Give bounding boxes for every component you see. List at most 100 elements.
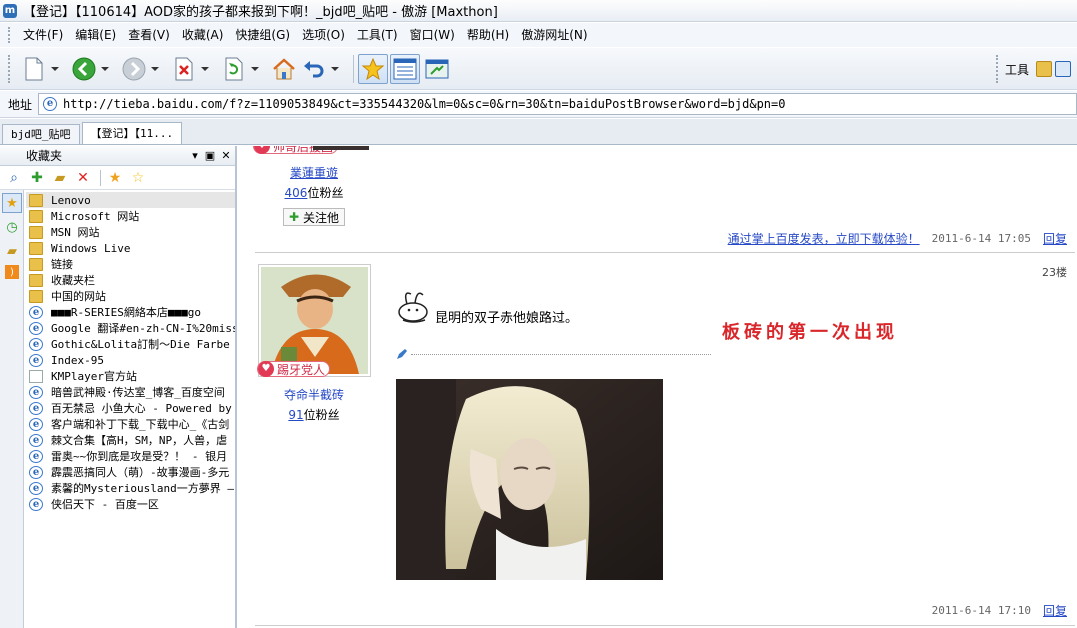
search-favorites-icon[interactable]: ⌕: [4, 168, 24, 188]
mobile-promo-link[interactable]: 通过掌上百度发表，立即下载体验！: [728, 230, 920, 247]
post-photo[interactable]: [396, 379, 663, 580]
back-button[interactable]: [69, 54, 99, 84]
user-badge[interactable]: ♥ 踢牙党人: [257, 361, 331, 377]
favorite-item[interactable]: Windows Live: [26, 240, 235, 256]
favorite-label: Microsoft 网站: [51, 210, 140, 223]
favorite-item[interactable]: e ■■■R-SERIES網絡本店■■■go: [26, 304, 235, 320]
folder-icon: [29, 241, 43, 255]
undo-dropdown[interactable]: [329, 54, 341, 84]
refresh-dropdown[interactable]: [249, 54, 261, 84]
menu-window[interactable]: 窗口(W): [404, 24, 461, 46]
reply-link[interactable]: 回复: [1043, 602, 1067, 619]
favorites-sidebar-button[interactable]: [358, 53, 388, 84]
new-folder-icon[interactable]: ▰: [50, 168, 70, 188]
follow-button[interactable]: ✚ 关注他: [282, 208, 346, 226]
undo-icon: [304, 60, 324, 77]
favorite-label: 客户端和补丁下载_下载中心_《古剑: [51, 418, 230, 431]
favorite-item[interactable]: e 霹震恶搞同人（萌）-故事漫画-多元: [26, 464, 235, 480]
page-icon: [29, 369, 43, 383]
notes-tool-icon[interactable]: [1055, 61, 1071, 77]
favorite-item[interactable]: e 棘文合集【高H，SM，NP，人兽，虐: [26, 432, 235, 448]
back-dropdown[interactable]: [99, 54, 111, 84]
author-name[interactable]: 業蓮重遊: [257, 164, 371, 181]
post-footer: 2011-6-14 17:10 回复: [932, 602, 1067, 619]
delete-favorite-icon[interactable]: ✕: [73, 168, 93, 188]
organize-favorites-icon[interactable]: ★: [105, 168, 125, 188]
favorite-item[interactable]: 收藏夹栏: [26, 272, 235, 288]
toolbar-separator: [353, 54, 354, 83]
add-favorite-icon[interactable]: ✚: [27, 168, 47, 188]
menu-groups[interactable]: 快捷组(G): [229, 24, 296, 46]
tab-bar: bjd吧_贴吧 【登记】【11...: [0, 119, 1077, 145]
sidebar-float-icon[interactable]: ▣: [203, 149, 217, 163]
refresh-button[interactable]: [219, 54, 249, 84]
sidebar-menu-dropdown-icon[interactable]: ▾: [188, 149, 202, 163]
tools-grip[interactable]: [995, 55, 999, 83]
stop-button[interactable]: [169, 54, 199, 84]
folder-tool-icon[interactable]: [1036, 61, 1052, 77]
favorite-item[interactable]: e 暗兽武神殿·传达室_博客_百度空间: [26, 384, 235, 400]
toolbar-grip[interactable]: [8, 54, 11, 83]
favorite-item[interactable]: e Gothic&Lolita訂制～Die Farbe El: [26, 336, 235, 352]
home-button[interactable]: [269, 54, 299, 84]
menu-help[interactable]: 帮助(H): [461, 24, 515, 46]
menu-tools[interactable]: 工具(T): [351, 24, 404, 46]
undo-close-button[interactable]: [299, 54, 329, 84]
favorite-item[interactable]: e 侠侣天下 - 百度一区: [26, 496, 235, 512]
reply-link[interactable]: 回复: [1043, 230, 1067, 247]
menu-file[interactable]: 文件(F): [17, 24, 69, 46]
favorite-item[interactable]: MSN 网站: [26, 224, 235, 240]
stop-dropdown[interactable]: [199, 54, 211, 84]
history-tab-icon[interactable]: ◷: [2, 217, 22, 237]
menu-view[interactable]: 查看(V): [122, 24, 176, 46]
forward-button[interactable]: [119, 54, 149, 84]
menubar-grip[interactable]: [8, 27, 11, 43]
rss-tab-icon[interactable]: ): [5, 265, 19, 279]
address-field[interactable]: e http://tieba.baidu.com/f?z=1109053849&…: [38, 93, 1077, 115]
favorite-item[interactable]: e Google 翻译#en-zh-CN-I%20miss%: [26, 320, 235, 336]
new-page-dropdown[interactable]: [49, 54, 61, 84]
folder-tab-icon[interactable]: ▰: [2, 241, 22, 261]
tools-label[interactable]: 工具: [1005, 61, 1029, 78]
favorite-item[interactable]: e 雷奥~~你到底是攻是受？！ - 银月: [26, 448, 235, 464]
post-divider: [255, 252, 1075, 253]
favorite-item[interactable]: e 客户端和补丁下载_下载中心_《古剑: [26, 416, 235, 432]
new-page-button[interactable]: [19, 54, 49, 84]
favorite-item[interactable]: e Index-95: [26, 352, 235, 368]
avatar[interactable]: ♥ 踢牙党人: [257, 264, 371, 377]
tab-bjd-bar[interactable]: bjd吧_贴吧: [2, 124, 80, 144]
url-text[interactable]: http://tieba.baidu.com/f?z=1109053849&ct…: [63, 97, 785, 111]
menu-favorites[interactable]: 收藏(A): [176, 24, 230, 46]
favorite-item[interactable]: e 百无禁忌 小鱼大心 - Powered by: [26, 400, 235, 416]
forward-dropdown[interactable]: [149, 54, 161, 84]
favorite-item[interactable]: KMPlayer官方站: [26, 368, 235, 384]
back-arrow-icon: [72, 57, 96, 80]
favorite-label: 中国的网站: [51, 290, 106, 303]
author-name[interactable]: 夺命半截砖: [257, 386, 371, 403]
menu-options[interactable]: 选项(O): [296, 24, 351, 46]
favorite-item[interactable]: 链接: [26, 256, 235, 272]
post-date: 2011-6-14 17:10: [931, 604, 1031, 617]
screen-capture-button[interactable]: [422, 54, 452, 84]
menu-edit[interactable]: 编辑(E): [69, 24, 122, 46]
favorite-item[interactable]: e 素馨的Mysteriousland一方夢界 —: [26, 480, 235, 496]
fans-number[interactable]: 91: [288, 408, 303, 422]
ie-page-icon: e: [29, 401, 43, 415]
menu-maxthon-sites[interactable]: 傲游网址(N): [515, 24, 593, 46]
plus-icon: ✚: [288, 210, 300, 224]
sidebar-close-icon[interactable]: ✕: [219, 149, 233, 163]
sidebar-toggle-button[interactable]: [390, 53, 420, 84]
favorite-item[interactable]: Lenovo: [26, 192, 235, 208]
favorite-label: 侠侣天下 - 百度一区: [51, 498, 159, 511]
favorites-tab-icon[interactable]: ★: [2, 193, 22, 213]
heart-icon: ♥: [258, 361, 274, 377]
favorite-item[interactable]: 中国的网站: [26, 288, 235, 304]
favorite-item[interactable]: Microsoft 网站: [26, 208, 235, 224]
fans-number[interactable]: 406: [285, 186, 308, 200]
favorites-settings-icon[interactable]: ☆: [128, 168, 148, 188]
home-icon: [273, 57, 295, 79]
favorite-label: Index-95: [51, 353, 104, 367]
tab-register-post[interactable]: 【登记】【11...: [81, 122, 183, 144]
new-page-icon: [25, 57, 43, 80]
post-date: 2011-6-14 17:05: [931, 232, 1031, 245]
